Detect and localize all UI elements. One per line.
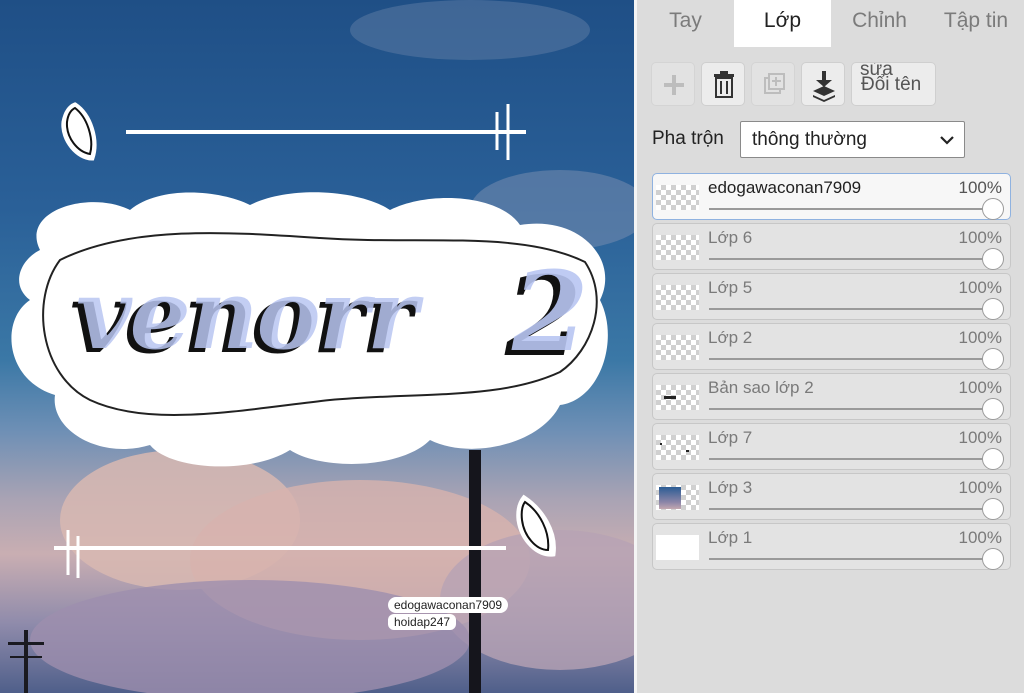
layer-opacity: 100% <box>958 328 1002 347</box>
blend-mode-select[interactable]: thông thường <box>740 121 965 158</box>
tab-chinh[interactable]: Chỉnh <box>831 0 928 47</box>
layer-opacity: 100% <box>958 228 1002 247</box>
layer-name: Lớp 7 <box>708 428 753 447</box>
layer-item[interactable]: Lớp 1 100% <box>652 523 1011 570</box>
layer-item[interactable]: Lớp 5 100% <box>652 273 1011 320</box>
layer-opacity: 100% <box>958 278 1002 297</box>
duplicate-icon <box>764 73 785 94</box>
layer-thumbnail <box>656 185 699 210</box>
tab-tap-tin[interactable]: Tập tin <box>928 0 1024 47</box>
opacity-slider-track[interactable] <box>709 308 994 310</box>
layer-name: Lớp 3 <box>708 478 753 497</box>
layer-name: Lớp 2 <box>708 328 753 347</box>
right-panel: Tay Lớp Chỉnh Tập tin sửa Đổi tên Pha tr… <box>637 0 1024 693</box>
blend-mode-label: Pha trộn <box>652 128 724 149</box>
watermark-line-2: hoidap247 <box>388 614 457 630</box>
opacity-slider-track[interactable] <box>709 208 994 210</box>
add-layer-button[interactable] <box>651 62 695 106</box>
blend-mode-value: thông thường <box>752 129 867 150</box>
layer-thumbnail <box>656 435 699 460</box>
layer-name: Bản sao lớp 2 <box>708 378 814 397</box>
plus-icon <box>664 75 684 95</box>
opacity-slider-handle[interactable] <box>982 348 1004 370</box>
layer-item[interactable]: Lớp 7 100% <box>652 423 1011 470</box>
layer-opacity: 100% <box>958 478 1002 497</box>
tab-tay[interactable]: Tay <box>637 0 734 47</box>
layer-thumbnail <box>656 385 699 410</box>
rename-layer-button[interactable]: sửa Đổi tên <box>851 62 936 106</box>
trash-icon <box>714 71 734 98</box>
delete-layer-button[interactable] <box>701 62 745 106</box>
opacity-slider-track[interactable] <box>709 358 994 360</box>
layer-opacity: 100% <box>958 428 1002 447</box>
layer-name: Lớp 6 <box>708 228 753 247</box>
watermark-line-1: edogawaconan7909 <box>388 597 509 613</box>
layer-opacity: 100% <box>958 528 1002 547</box>
layer-name: Lớp 5 <box>708 278 753 297</box>
layer-item[interactable]: Bản sao lớp 2 100% <box>652 373 1011 420</box>
opacity-slider-track[interactable] <box>709 408 994 410</box>
opacity-slider-handle[interactable] <box>982 298 1004 320</box>
opacity-slider-track[interactable] <box>709 458 994 460</box>
opacity-slider-handle[interactable] <box>982 198 1004 220</box>
opacity-slider-handle[interactable] <box>982 398 1004 420</box>
merge-down-icon <box>813 71 835 102</box>
layer-opacity: 100% <box>958 378 1002 397</box>
opacity-slider-track[interactable] <box>709 508 994 510</box>
layer-opacity: 100% <box>958 178 1002 197</box>
layer-name: Lớp 1 <box>708 528 753 547</box>
canvas-artwork: venorr venorr 2 2 <box>8 0 634 693</box>
layer-thumbnail <box>656 285 699 310</box>
layer-thumbnail <box>656 335 699 360</box>
opacity-slider-handle[interactable] <box>982 248 1004 270</box>
merge-down-button[interactable] <box>801 62 845 106</box>
layer-name: edogawaconan7909 <box>708 178 862 197</box>
svg-text:2: 2 <box>511 247 589 376</box>
drawing-canvas[interactable]: venorr venorr 2 2 edogawaconan7909 hoida… <box>0 0 634 693</box>
layer-item[interactable]: Lớp 3 100% <box>652 473 1011 520</box>
layer-item[interactable]: Lớp 2 100% <box>652 323 1011 370</box>
opacity-slider-handle[interactable] <box>982 498 1004 520</box>
opacity-slider-track[interactable] <box>709 258 994 260</box>
opacity-slider-handle[interactable] <box>982 548 1004 570</box>
rename-label: Đổi tên <box>861 74 922 95</box>
layer-item[interactable]: Lớp 6 100% <box>652 223 1011 270</box>
layer-item[interactable]: edogawaconan7909 100% <box>652 173 1011 220</box>
duplicate-layer-button[interactable] <box>751 62 795 106</box>
tab-lop[interactable]: Lớp <box>734 0 831 47</box>
layer-thumbnail <box>656 235 699 260</box>
panel-tabs: Tay Lớp Chỉnh Tập tin <box>637 0 1024 47</box>
opacity-slider-handle[interactable] <box>982 448 1004 470</box>
svg-text:venorr: venorr <box>76 258 424 371</box>
chevron-down-icon <box>940 136 954 145</box>
layer-thumbnail <box>656 535 699 560</box>
opacity-slider-track[interactable] <box>709 558 994 560</box>
layer-thumbnail <box>656 485 699 510</box>
